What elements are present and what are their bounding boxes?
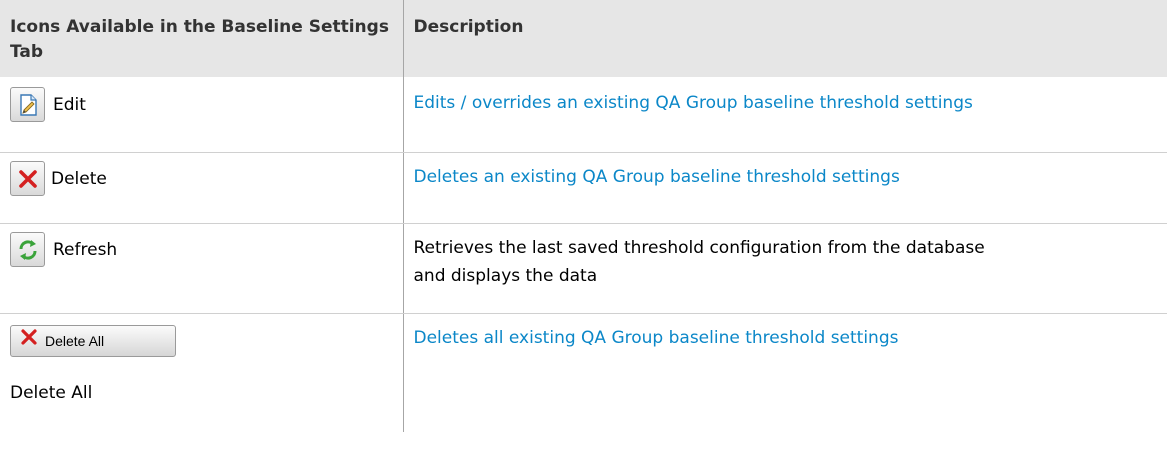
delete-icon[interactable] xyxy=(10,161,45,196)
delete-all-button-text: Delete All xyxy=(45,333,105,349)
delete-label: Delete xyxy=(51,168,107,189)
description-cell: Deletes an existing QA Group baseline th… xyxy=(403,152,1167,224)
description-cell: Edits / overrides an existing QA Group b… xyxy=(403,77,1167,153)
delete-all-label: Delete All xyxy=(10,383,93,403)
delete-all-button[interactable]: Delete All xyxy=(10,325,176,357)
column-header-icons: Icons Available in the Baseline Settings… xyxy=(0,0,404,77)
delete-all-icon xyxy=(19,327,39,356)
table-row-delete: Delete Deletes an existing QA Group base… xyxy=(0,152,1167,224)
edit-icon[interactable] xyxy=(10,87,45,122)
table-row-delete-all: Delete All Delete All Deletes all existi… xyxy=(0,313,1167,433)
icon-cell: Refresh xyxy=(0,223,404,314)
baseline-icons-table: Icons Available in the Baseline Settings… xyxy=(0,0,1167,432)
edit-label: Edit xyxy=(53,94,86,115)
description-cell: Retrieves the last saved threshold confi… xyxy=(403,223,1167,314)
table-header-row: Icons Available in the Baseline Settings… xyxy=(0,0,1167,77)
icon-cell: Delete xyxy=(0,152,404,224)
refresh-label: Refresh xyxy=(53,239,118,260)
icon-cell: Delete All Delete All xyxy=(0,313,404,432)
delete-description-link[interactable]: Deletes an existing QA Group baseline th… xyxy=(414,167,900,187)
refresh-icon[interactable] xyxy=(10,232,45,267)
description-cell: Deletes all existing QA Group baseline t… xyxy=(403,314,1167,433)
edit-description-link[interactable]: Edits / overrides an existing QA Group b… xyxy=(414,93,973,113)
table-row-refresh: Refresh Retrieves the last saved thresho… xyxy=(0,223,1167,314)
delete-all-description-link[interactable]: Deletes all existing QA Group baseline t… xyxy=(414,328,899,348)
icon-cell: Edit xyxy=(0,77,404,153)
table-row-edit: Edit Edits / overrides an existing QA Gr… xyxy=(0,77,1167,153)
column-header-description: Description xyxy=(403,0,1167,77)
refresh-description: Retrieves the last saved threshold confi… xyxy=(413,238,985,286)
